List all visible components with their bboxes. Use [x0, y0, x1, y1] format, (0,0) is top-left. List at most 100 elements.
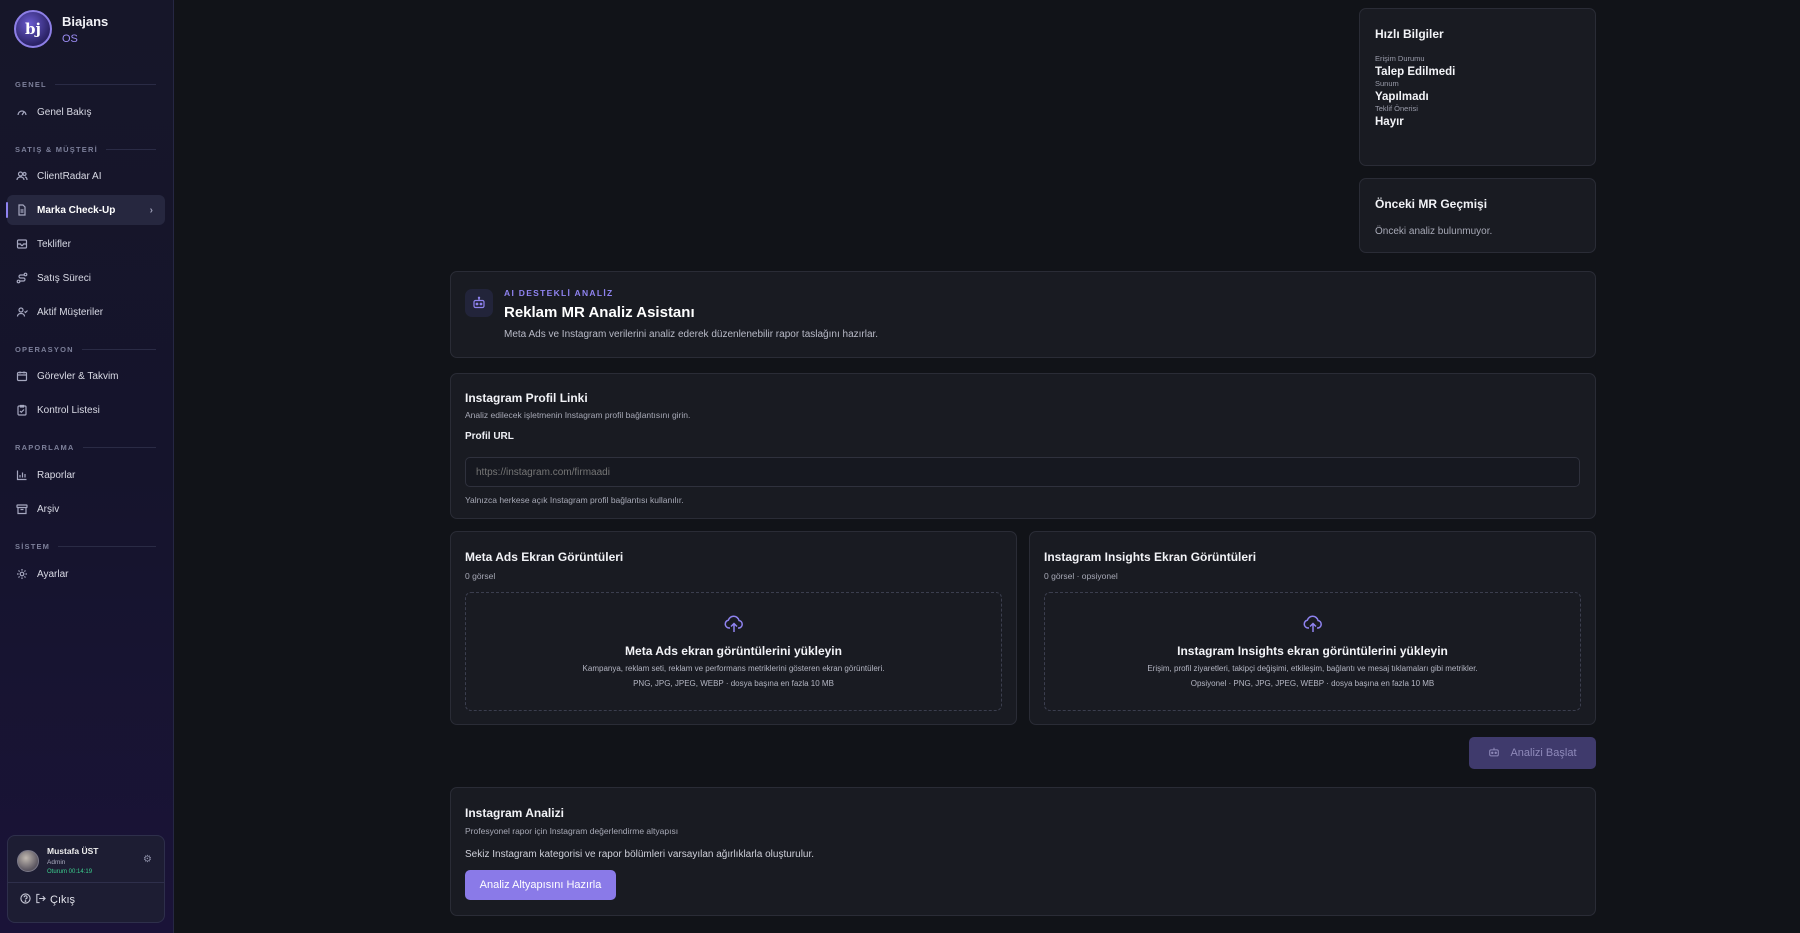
start-analysis-button[interactable]: Analizi Başlat [1469, 737, 1596, 769]
sidebar-item-label: Aktif Müşteriler [37, 306, 104, 318]
profile-url-label: Profil URL [465, 431, 514, 442]
ig-analysis-description: Profesyonel rapor için Instagram değerle… [465, 826, 679, 836]
sidebar-item-label: Raporlar [37, 469, 76, 481]
prepare-analysis-button[interactable]: Analiz Altyapısını Hazırla [465, 870, 616, 900]
gear-icon [16, 568, 28, 580]
start-analysis-label: Analizi Başlat [1510, 747, 1577, 759]
sidebar-item-aktif-musteriler[interactable]: Aktif Müşteriler [7, 297, 165, 327]
route-icon [16, 272, 28, 284]
user-name: Mustafa ÜST [47, 846, 99, 856]
insights-title: Instagram Insights Ekran Görüntüleri [1044, 550, 1257, 564]
sidebar-item-label: Ayarlar [37, 568, 69, 580]
meta-ads-upload-title: Meta Ads ekran görüntülerini yükleyin [625, 644, 842, 658]
brand-logo: bj [14, 10, 52, 48]
section-label-genel: GENEL [15, 80, 156, 89]
archive-icon [16, 503, 28, 515]
sidebar-item-label: Kontrol Listesi [37, 404, 100, 416]
profile-link-card: Instagram Profil Linki Analiz edilecek i… [450, 373, 1596, 519]
instagram-analysis-card: Instagram Analizi Profesyonel rapor için… [450, 787, 1596, 916]
avatar[interactable] [17, 849, 39, 872]
sidebar-item-label: ClientRadar AI [37, 170, 102, 182]
sidebar-item-teklifler[interactable]: Teklifler [7, 229, 165, 259]
insights-upload-note: Opsiyonel · PNG, JPG, JPEG, WEBP · dosya… [1190, 679, 1435, 688]
help-icon[interactable] [20, 893, 31, 907]
chevron-right-icon: › [149, 204, 153, 216]
robot-icon [465, 289, 493, 317]
assistant-title: Reklam MR Analiz Asistanı [504, 304, 695, 321]
calendar-icon [16, 370, 28, 382]
sidebar-item-kontrol-listesi[interactable]: Kontrol Listesi [7, 395, 165, 425]
profile-description: Analiz edilecek işletmenin Instagram pro… [465, 410, 691, 420]
quick-info-card: Hızlı Bilgiler Erişim Durumu Talep Edilm… [1359, 8, 1596, 166]
meta-ads-upload-note: PNG, JPG, JPEG, WEBP · dosya başına en f… [633, 679, 834, 688]
ig-analysis-title: Instagram Analizi [465, 806, 564, 820]
divider [8, 882, 164, 883]
history-card: Önceki MR Geçmişi Önceki analiz bulunmuy… [1359, 178, 1596, 253]
profile-title: Instagram Profil Linki [465, 391, 588, 405]
history-empty-text: Önceki analiz bulunmuyor. [1375, 226, 1493, 237]
user-check-icon [16, 306, 28, 318]
user-role: Admin [47, 859, 66, 866]
quick-info-label: Erişim Durumu [1375, 54, 1425, 63]
quick-info-label: Teklif Önerisi [1375, 104, 1418, 113]
meta-ads-dropzone[interactable]: Meta Ads ekran görüntülerini yükleyin Ka… [465, 592, 1002, 711]
quick-info-label: Sunum [1375, 79, 1399, 88]
brand[interactable]: bj Biajans OS [14, 10, 108, 48]
bar-chart-icon [16, 469, 28, 481]
sidebar: bj Biajans OS GENEL Genel Bakış SATIŞ & … [0, 0, 174, 933]
section-label-sistem: SİSTEM [15, 542, 156, 551]
meta-ads-card: Meta Ads Ekran Görüntüleri 0 görsel Meta… [450, 531, 1017, 725]
presentation-value: Yapılmadı [1375, 91, 1429, 103]
profile-url-input[interactable] [465, 457, 1580, 487]
sidebar-item-label: Arşiv [37, 503, 60, 515]
sidebar-item-label: Marka Check-Up [37, 204, 116, 216]
brand-sub: OS [62, 32, 78, 45]
insights-upload-title: Instagram Insights ekran görüntülerini y… [1177, 644, 1448, 658]
assistant-card: AI DESTEKLİ ANALİZ Reklam MR Analiz Asis… [450, 271, 1596, 358]
history-title: Önceki MR Geçmişi [1375, 197, 1488, 211]
session-timer: Oturum 00:14:19 [47, 869, 93, 875]
insights-card: Instagram Insights Ekran Görüntüleri 0 g… [1029, 531, 1596, 725]
sidebar-item-label: Teklifler [37, 238, 71, 250]
user-card: Mustafa ÜST Admin Oturum 00:14:19 ⚙ Çıkı… [7, 835, 165, 923]
ig-analysis-info: Sekiz Instagram kategorisi ve rapor bölü… [465, 849, 815, 860]
quick-info-title: Hızlı Bilgiler [1375, 27, 1444, 41]
sidebar-item-marka-check-up[interactable]: Marka Check-Up › [6, 195, 165, 225]
sidebar-item-arsiv[interactable]: Arşiv [7, 494, 165, 524]
section-label-operasyon: OPERASYON [15, 345, 156, 354]
sidebar-item-satis-sureci[interactable]: Satış Süreci [7, 263, 165, 293]
section-label-satis: SATIŞ & MÜŞTERİ [15, 145, 156, 154]
insights-count: 0 görsel · opsiyonel [1044, 571, 1118, 581]
profile-hint: Yalnızca herkese açık Instagram profil b… [465, 495, 684, 505]
sidebar-item-label: Satış Süreci [37, 272, 91, 284]
logout-icon [35, 893, 46, 907]
meta-ads-count: 0 görsel [465, 571, 496, 581]
sidebar-item-label: Genel Bakış [37, 106, 92, 118]
assistant-description: Meta Ads ve Instagram verilerini analiz … [504, 329, 879, 340]
robot-icon [1488, 746, 1500, 761]
insights-dropzone[interactable]: Instagram Insights ekran görüntülerini y… [1044, 592, 1581, 711]
meta-ads-title: Meta Ads Ekran Görüntüleri [465, 550, 624, 564]
section-label-raporlama: RAPORLAMA [15, 443, 156, 452]
logout-label: Çıkış [50, 894, 76, 906]
upload-cloud-icon [724, 615, 744, 638]
clipboard-icon [16, 404, 28, 416]
gauge-icon [16, 106, 28, 118]
upload-cloud-icon [1303, 615, 1323, 638]
sidebar-item-label: Görevler & Takvim [37, 370, 119, 382]
users-icon [16, 170, 28, 182]
inbox-icon [16, 238, 28, 250]
meta-ads-upload-desc: Kampanya, reklam seti, reklam ve perform… [582, 664, 885, 673]
assistant-eyebrow: AI DESTEKLİ ANALİZ [504, 288, 614, 298]
sidebar-item-gorevler-takvim[interactable]: Görevler & Takvim [7, 361, 165, 391]
access-status-value: Talep Edilmedi [1375, 66, 1456, 78]
logout-button[interactable]: Çıkış [20, 893, 75, 907]
sidebar-item-ayarlar[interactable]: Ayarlar [7, 559, 165, 589]
sidebar-item-genel-bakis[interactable]: Genel Bakış [7, 97, 165, 127]
document-icon [16, 204, 28, 216]
sidebar-item-raporlar[interactable]: Raporlar [7, 460, 165, 490]
insights-upload-desc: Erişim, profil ziyaretleri, takipçi deği… [1147, 664, 1478, 673]
sidebar-item-clientradar[interactable]: ClientRadar AI [7, 161, 165, 191]
offer-value: Hayır [1375, 116, 1404, 128]
user-settings-icon[interactable]: ⚙ [143, 854, 152, 865]
